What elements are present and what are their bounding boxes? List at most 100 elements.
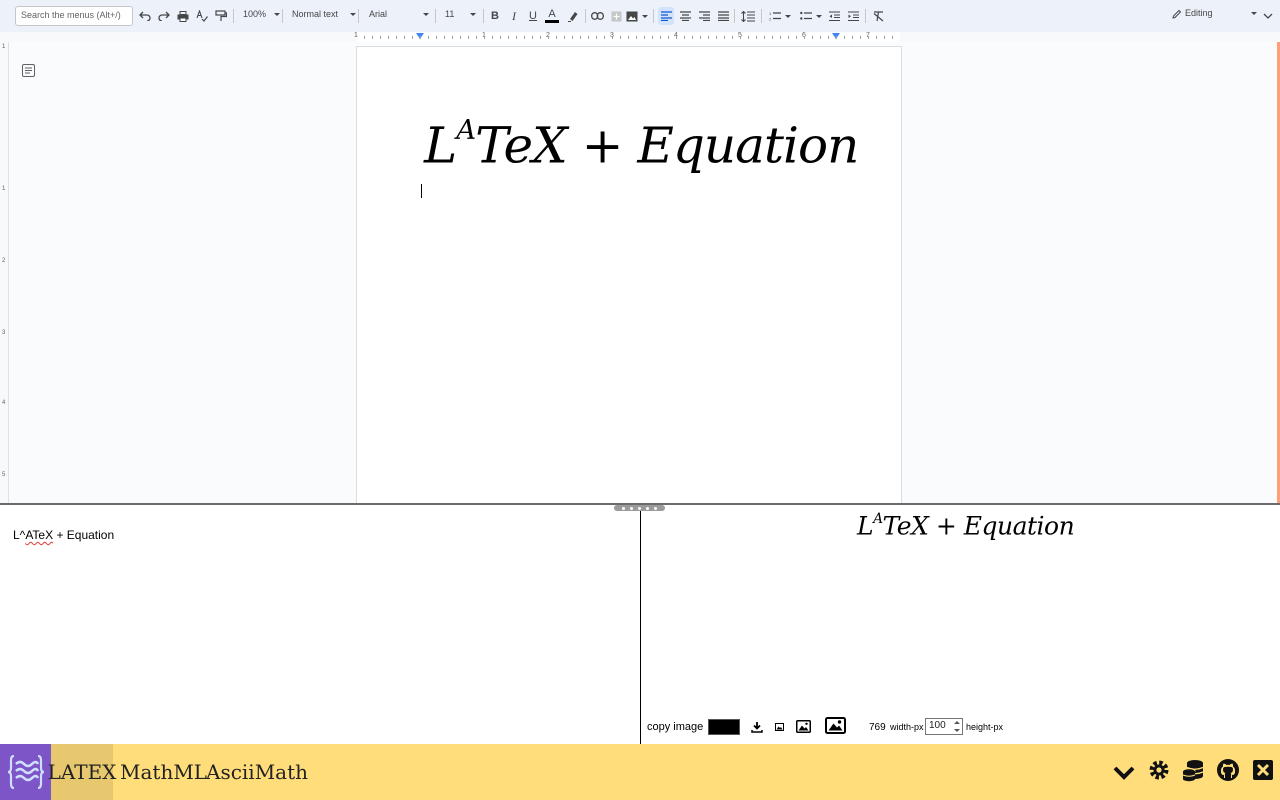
ruler-tick <box>524 36 525 39</box>
ruler-tick <box>532 36 533 39</box>
tab-latex[interactable]: LATEX <box>51 744 113 800</box>
font-select[interactable]: Arial <box>369 9 429 19</box>
ruler-tick <box>604 36 605 39</box>
image-small-icon[interactable] <box>766 714 792 740</box>
settings-gear-icon[interactable] <box>1146 757 1172 783</box>
collapse-menu-icon[interactable] <box>1262 7 1274 25</box>
insert-image-icon[interactable] <box>626 7 648 25</box>
ruler-tick <box>772 36 773 39</box>
donate-coins-icon[interactable] <box>1180 757 1206 783</box>
tab-mathml[interactable]: MathML <box>120 760 207 784</box>
ruler-tick <box>876 36 877 39</box>
mode-select[interactable]: Editing <box>1172 8 1257 19</box>
ruler-tick <box>852 36 853 39</box>
ruler-tick <box>572 36 573 39</box>
ruler-tick <box>884 36 885 39</box>
ruler-tick <box>388 36 389 39</box>
ruler-tick <box>500 36 501 39</box>
image-medium-icon[interactable] <box>790 713 816 739</box>
ruler-tick <box>596 36 597 39</box>
image-large-icon[interactable] <box>822 712 848 738</box>
numbered-list-icon[interactable]: 12 <box>766 7 794 25</box>
style-select[interactable]: Normal text <box>292 9 356 19</box>
document-equation-image[interactable]: LATeX + Equation <box>424 114 858 174</box>
ruler-tick <box>484 36 485 39</box>
justify-icon[interactable] <box>716 7 730 25</box>
ruler-number: 4 <box>2 400 5 406</box>
ruler-number: 1 <box>2 44 5 50</box>
font-size-select[interactable]: 11 <box>445 9 476 19</box>
latex-editor[interactable]: L^ATeX + Equation <box>0 511 640 744</box>
ruler-tick <box>508 36 509 39</box>
ruler-tick <box>708 36 709 39</box>
ruler-tick <box>636 36 637 39</box>
color-picker[interactable] <box>708 719 740 735</box>
ruler-tick <box>492 36 493 39</box>
paint-format-icon[interactable] <box>214 7 228 25</box>
spellcheck-icon[interactable] <box>195 7 209 25</box>
menu-search-input[interactable]: Search the menus (Alt+/) <box>15 6 133 26</box>
ruler-tick <box>756 36 757 39</box>
ruler-tick <box>396 36 397 39</box>
github-icon[interactable] <box>1215 757 1241 783</box>
preview-equation: LATeX + Equation <box>857 511 1074 541</box>
close-icon[interactable] <box>1250 757 1276 783</box>
ruler-tick <box>780 36 781 39</box>
ruler-tick <box>580 36 581 39</box>
ruler-tick <box>860 36 861 39</box>
equation-preview <box>641 511 1280 744</box>
ruler-tick <box>836 36 837 39</box>
align-left-icon[interactable] <box>658 7 674 25</box>
ruler-tick <box>740 36 741 39</box>
highlight-icon[interactable] <box>566 7 580 25</box>
add-comment-icon[interactable] <box>609 7 623 25</box>
ruler-tick <box>540 36 541 39</box>
ruler-tick <box>868 36 869 39</box>
latex-source-text[interactable]: L^ATeX + Equation <box>13 528 114 542</box>
link-icon[interactable] <box>590 7 604 25</box>
document-outline-icon[interactable] <box>22 64 35 82</box>
ruler-number: 2 <box>2 258 5 264</box>
print-icon[interactable] <box>176 7 190 25</box>
ruler-tick <box>796 36 797 39</box>
ruler-tick <box>436 36 437 39</box>
undo-icon[interactable] <box>138 7 152 25</box>
bulleted-list-icon[interactable] <box>797 7 825 25</box>
ruler-tick <box>412 36 413 39</box>
ruler-tick <box>660 36 661 39</box>
ruler-tick <box>644 36 645 39</box>
ruler-tick <box>844 36 845 39</box>
align-center-icon[interactable] <box>678 7 692 25</box>
svg-text:1: 1 <box>769 11 772 16</box>
align-right-icon[interactable] <box>697 7 711 25</box>
ruler-tick <box>548 36 549 39</box>
line-spacing-icon[interactable] <box>740 7 756 25</box>
zoom-select[interactable]: 100% <box>243 9 280 19</box>
ruler-tick <box>444 36 445 39</box>
height-stepper[interactable] <box>952 719 962 734</box>
ruler-tick <box>700 36 701 39</box>
ruler-number: 3 <box>2 330 5 336</box>
ruler-tick <box>820 36 821 39</box>
ruler-tick <box>468 36 469 39</box>
bold-icon[interactable]: B <box>489 7 501 25</box>
underline-icon[interactable]: U <box>527 7 539 25</box>
ruler-tick <box>364 36 365 39</box>
ruler-tick <box>724 36 725 39</box>
ruler-tick <box>588 36 589 39</box>
tab-asciimath[interactable]: AsciiMath <box>206 760 308 784</box>
app-logo-icon[interactable] <box>0 744 51 800</box>
clear-formatting-icon[interactable] <box>871 7 885 25</box>
text-cursor <box>421 184 422 198</box>
text-color-icon[interactable]: A <box>544 7 560 25</box>
ruler-tick <box>404 36 405 39</box>
ruler-tick <box>380 36 381 39</box>
italic-icon[interactable]: I <box>508 7 520 25</box>
ruler-tick <box>684 36 685 39</box>
decrease-indent-icon[interactable] <box>827 7 841 25</box>
increase-indent-icon[interactable] <box>846 7 860 25</box>
chevron-down-icon[interactable] <box>1111 760 1137 786</box>
ruler-tick <box>620 36 621 39</box>
redo-icon[interactable] <box>157 7 171 25</box>
ruler-tick <box>692 36 693 39</box>
